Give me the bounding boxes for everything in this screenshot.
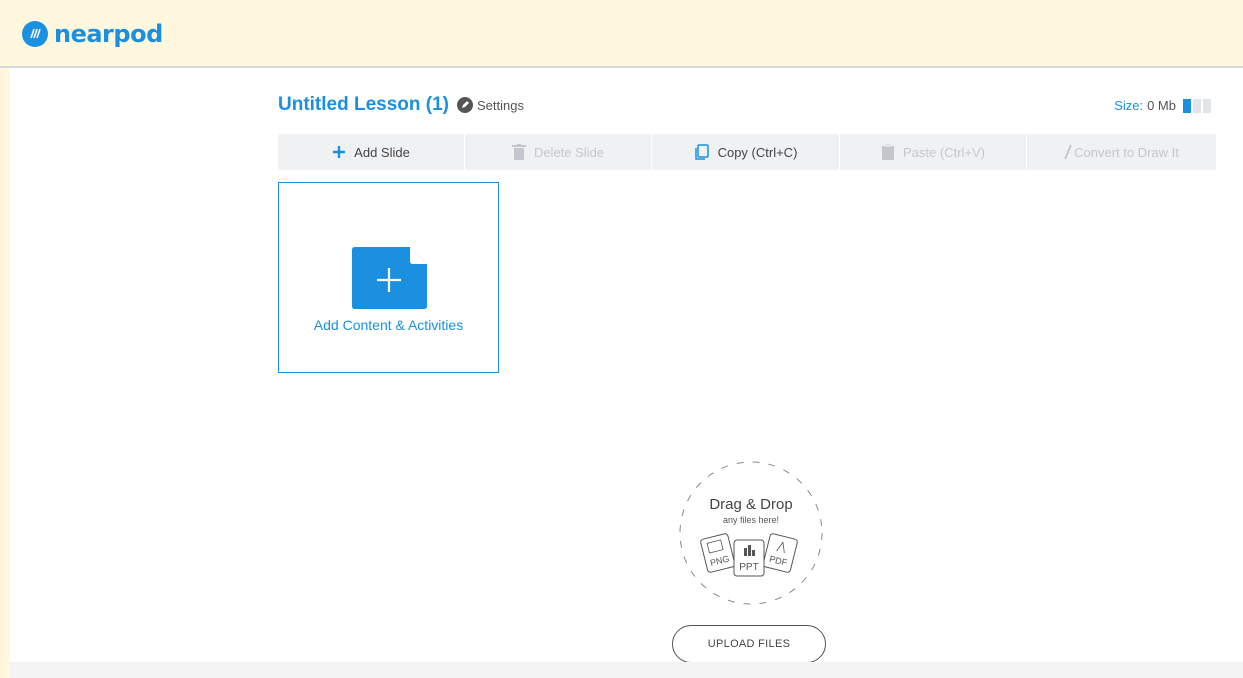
drag-drop-title: Drag & Drop <box>709 496 793 513</box>
size-label: Size: <box>1114 98 1144 113</box>
pencil-icon <box>1064 144 1073 160</box>
add-content-card[interactable]: Add Content & Activities <box>278 182 499 373</box>
lesson-title[interactable]: Untitled Lesson (1) <box>278 94 449 116</box>
lesson-header: Untitled Lesson (1) Settings <box>278 94 524 116</box>
add-content-label: Add Content & Activities <box>313 317 464 333</box>
clipboard-icon <box>881 144 895 160</box>
bottom-edge <box>10 662 1243 678</box>
pencil-icon[interactable] <box>457 97 474 113</box>
add-slide-label: Add Slide <box>354 144 410 160</box>
size-meter-segment-filled <box>1183 98 1191 113</box>
top-bar: nearpod <box>0 0 1243 68</box>
size-indicator: Size: 0 Mb <box>1114 98 1211 113</box>
upload-files-button[interactable]: UPLOAD FILES <box>672 625 826 663</box>
nearpod-logo-icon <box>22 21 48 47</box>
copy-icon <box>694 144 710 160</box>
delete-slide-button[interactable]: Delete Slide <box>465 134 652 170</box>
paste-label: Paste (Ctrl+V) <box>903 144 985 160</box>
file-types-icon: PNG PDF PPT <box>700 533 798 577</box>
convert-to-draw-it-button[interactable]: Convert to Draw It <box>1027 134 1216 170</box>
convert-label: Convert to Draw It <box>1074 144 1179 160</box>
nearpod-logo[interactable]: nearpod <box>22 20 163 48</box>
size-value: 0 Mb <box>1147 98 1176 113</box>
brand-name: nearpod <box>54 20 163 48</box>
add-slide-button[interactable]: Add Slide <box>278 134 465 170</box>
size-meter-segment <box>1203 98 1211 113</box>
trash-icon <box>511 144 526 160</box>
copy-label: Copy (Ctrl+C) <box>717 144 798 160</box>
plus-icon <box>332 145 346 159</box>
drag-drop-zone[interactable]: Drag & Drop any files here! PNG PDF PPT <box>678 460 824 606</box>
copy-button[interactable]: Copy (Ctrl+C) <box>652 134 840 170</box>
paste-button[interactable]: Paste (Ctrl+V) <box>840 134 1027 170</box>
delete-slide-label: Delete Slide <box>533 144 605 160</box>
settings-link[interactable]: Settings <box>477 98 524 113</box>
slide-toolbar: Add Slide Delete Slide Copy (Ctrl+C) Pas… <box>278 134 1216 170</box>
size-meter-segment <box>1193 98 1201 113</box>
add-document-icon <box>352 247 427 309</box>
editor-area: Untitled Lesson (1) Settings Size: 0 Mb … <box>10 68 1243 678</box>
file-type-ppt: PPT <box>739 562 758 573</box>
size-meter <box>1181 98 1211 113</box>
drag-drop-subtitle: any files here! <box>722 515 780 525</box>
